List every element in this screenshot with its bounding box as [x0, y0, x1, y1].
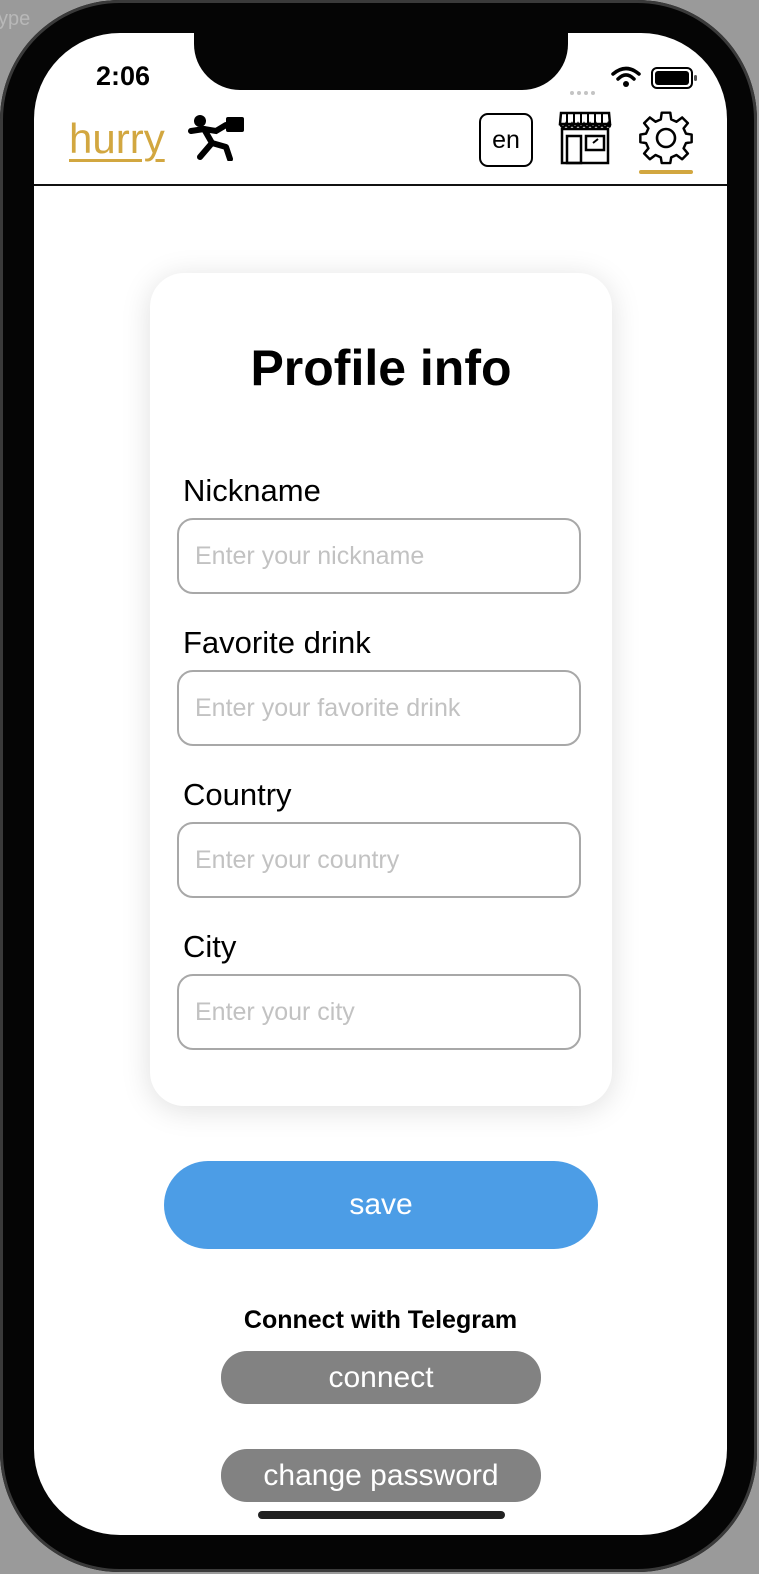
city-label: City [183, 929, 237, 964]
page-title: Profile info [250, 340, 512, 396]
notch [194, 33, 568, 90]
country-input[interactable] [177, 822, 581, 898]
profile-card: Profile info Nickname Favorite drink Cou… [150, 273, 612, 1106]
nickname-label: Nickname [183, 473, 321, 508]
active-tab-indicator [639, 170, 693, 174]
shop-icon[interactable] [557, 110, 613, 166]
wifi-icon [611, 66, 641, 87]
logo[interactable]: hurry [69, 115, 165, 163]
change-password-button[interactable]: change password [221, 1449, 541, 1502]
battery-icon [651, 67, 697, 89]
language-button[interactable]: en [479, 113, 533, 167]
home-indicator[interactable] [258, 1511, 505, 1519]
nickname-input[interactable] [177, 518, 581, 594]
connect-button[interactable]: connect [221, 1351, 541, 1404]
telegram-label: Connect with Telegram [243, 1306, 518, 1334]
app-screen: 2:06 hurry en Profile info Nickname Ente… [34, 33, 727, 1535]
app-header: hurry en [34, 93, 727, 186]
country-label: Country [183, 777, 292, 812]
city-input[interactable] [177, 974, 581, 1050]
gear-icon[interactable] [638, 110, 694, 166]
runner-icon [188, 115, 244, 161]
favorite-drink-label: Favorite drink [183, 625, 371, 660]
background-text-fragment: ype [0, 8, 31, 30]
save-button[interactable]: save [164, 1161, 598, 1249]
status-time: 2:06 [96, 61, 151, 91]
favorite-drink-input[interactable] [177, 670, 581, 746]
phone-frame: 2:06 hurry en Profile info Nickname Ente… [0, 0, 757, 1572]
